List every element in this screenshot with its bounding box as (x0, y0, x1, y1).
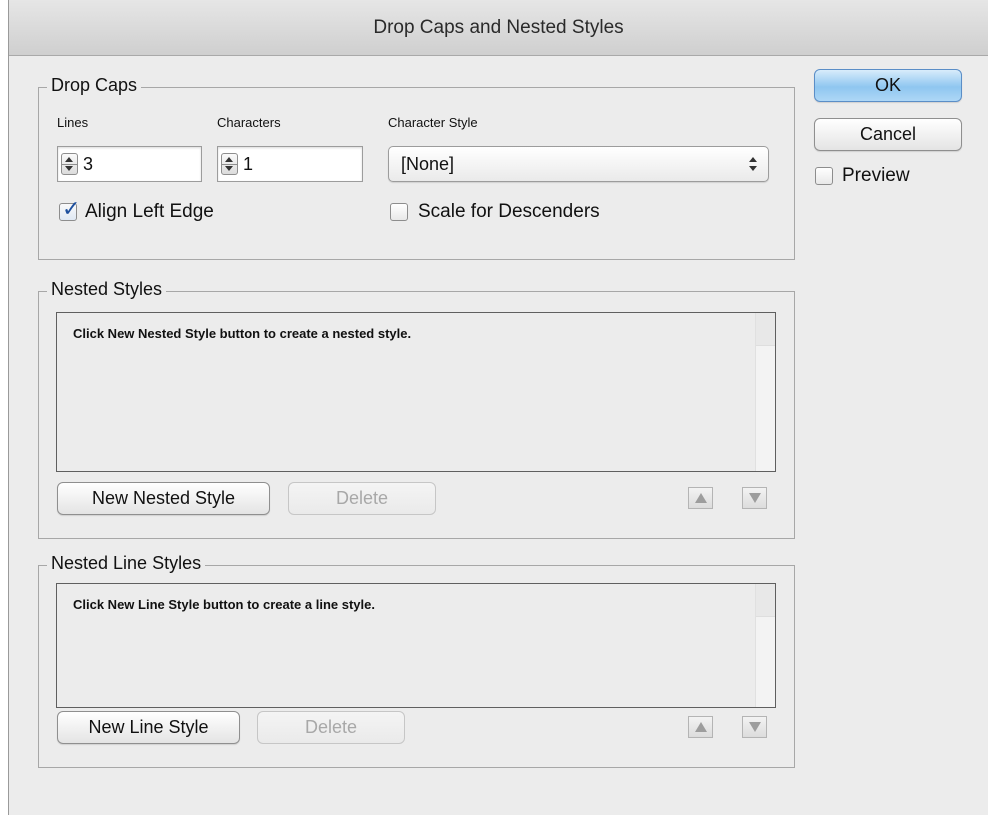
window-title: Drop Caps and Nested Styles (9, 0, 988, 56)
ok-button[interactable]: OK (814, 69, 962, 102)
move-nested-style-down-button[interactable] (742, 487, 767, 509)
align-left-edge-label[interactable]: Align Left Edge (85, 201, 214, 223)
nested-styles-list[interactable]: Click New Nested Style button to create … (56, 312, 776, 472)
preview-checkbox[interactable] (815, 167, 833, 185)
triangle-up-icon (695, 493, 707, 503)
drop-caps-legend: Drop Caps (47, 75, 142, 96)
nested-styles-legend: Nested Styles (47, 279, 167, 300)
triangle-down-icon (749, 722, 761, 732)
move-line-style-up-button[interactable] (688, 716, 713, 738)
lines-value: 3 (83, 154, 94, 174)
move-nested-style-up-button[interactable] (688, 487, 713, 509)
nested-line-styles-empty-message: Click New Line Style button to create a … (73, 597, 375, 612)
preview-label[interactable]: Preview (842, 165, 910, 187)
character-style-select[interactable]: [None] (388, 146, 769, 182)
new-nested-style-button[interactable]: New Nested Style (57, 482, 270, 515)
select-arrows-icon (748, 155, 758, 173)
characters-stepper-icon[interactable] (221, 153, 238, 175)
cancel-button[interactable]: Cancel (814, 118, 962, 151)
delete-line-style-button[interactable]: Delete (257, 711, 405, 744)
lines-stepper-icon[interactable] (61, 153, 78, 175)
nested-line-styles-scrollbar[interactable] (755, 584, 775, 707)
new-line-style-button[interactable]: New Line Style (57, 711, 240, 744)
scale-for-descenders-label[interactable]: Scale for Descenders (418, 201, 600, 223)
nested-styles-scrollbar[interactable] (755, 313, 775, 471)
triangle-up-icon (695, 722, 707, 732)
nested-line-styles-list[interactable]: Click New Line Style button to create a … (56, 583, 776, 708)
characters-field[interactable]: 1 (217, 146, 363, 182)
nested-styles-empty-message: Click New Nested Style button to create … (73, 326, 412, 341)
nested-line-styles-legend: Nested Line Styles (47, 553, 206, 574)
drop-caps-group: Drop Caps Lines Characters Character Sty… (38, 75, 795, 260)
align-left-edge-checkbox[interactable]: ✓ (59, 198, 80, 221)
move-line-style-down-button[interactable] (742, 716, 767, 738)
checkmark-icon: ✓ (62, 196, 81, 221)
dialog-window: Drop Caps and Nested Styles Drop Caps Li… (8, 0, 988, 815)
lines-field[interactable]: 3 (57, 146, 202, 182)
characters-label: Characters (217, 115, 281, 130)
triangle-down-icon (749, 493, 761, 503)
nested-styles-group: Nested Styles Click New Nested Style but… (38, 279, 795, 539)
character-style-value: [None] (401, 154, 455, 174)
lines-label: Lines (57, 115, 89, 130)
characters-value: 1 (243, 154, 254, 174)
delete-nested-style-button[interactable]: Delete (288, 482, 436, 515)
character-style-label: Character Style (388, 115, 478, 130)
nested-line-styles-group: Nested Line Styles Click New Line Style … (38, 553, 795, 768)
scale-for-descenders-checkbox[interactable] (390, 203, 408, 221)
